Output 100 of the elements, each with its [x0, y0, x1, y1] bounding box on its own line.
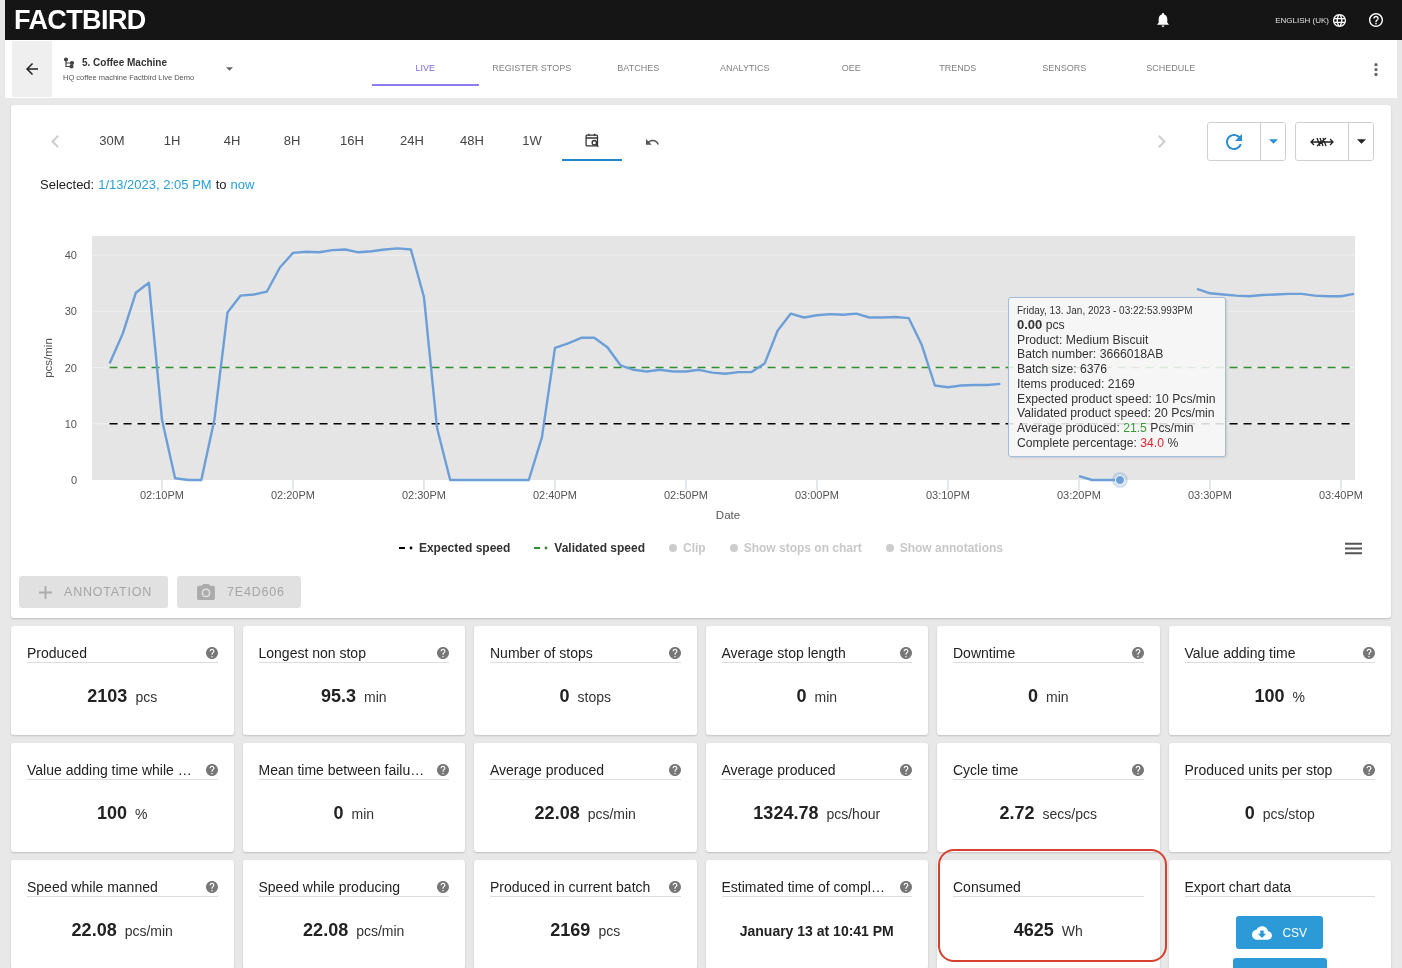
csv-export-button[interactable]: CSV	[1236, 916, 1324, 949]
card-title: Consumed	[953, 878, 1022, 895]
nav-tab[interactable]: TRENDS	[904, 52, 1011, 86]
card-title: Average produced	[490, 761, 606, 778]
globe-icon	[1333, 13, 1346, 27]
range-tab[interactable]: 1W	[502, 122, 562, 161]
language-button[interactable]: ENGLISH (UK)	[1275, 13, 1346, 27]
double-arrow-icon	[1310, 135, 1334, 148]
axis-tick-label: 10	[64, 417, 77, 430]
card-title: Number of stops	[490, 644, 594, 661]
legend-item[interactable]: Expected speed	[398, 541, 511, 555]
legend-line-icon	[398, 546, 413, 550]
axis-tick-label: 03:00PM	[794, 489, 839, 501]
machine-name[interactable]: 5. Coffee Machine	[82, 57, 168, 68]
back-button[interactable]	[12, 41, 52, 97]
axis-tick-label: 20	[64, 361, 77, 374]
help-icon[interactable]	[1369, 13, 1383, 27]
selection-label: Selected:	[40, 177, 95, 193]
plus-icon	[39, 585, 52, 599]
nav-tab[interactable]: REGISTER STOPS	[478, 52, 585, 86]
range-tab[interactable]: 1H	[142, 122, 202, 161]
metric-unit: Wh	[1061, 923, 1083, 939]
legend-dot-icon	[885, 544, 894, 552]
nav-tab[interactable]: ANALYTICS	[691, 52, 798, 86]
back-arrow-icon	[26, 63, 38, 75]
metric-value: 95.3	[320, 686, 356, 707]
metric-value: 2103	[87, 686, 128, 707]
nav-tab[interactable]: LIVE	[372, 52, 479, 86]
metric-unit: pcs/min	[124, 923, 173, 939]
range-tab[interactable]: 8H	[262, 122, 322, 161]
legend-dot-icon	[669, 544, 677, 552]
axis-tick-label: 02:30PM	[401, 489, 446, 501]
card-title: Export chart data	[1184, 878, 1293, 895]
caret-icon	[1268, 139, 1278, 144]
metric-value: 4625	[1013, 920, 1054, 941]
bell-icon[interactable]	[1157, 13, 1170, 27]
calendar-search-icon	[584, 133, 600, 148]
metric-value: 0	[1244, 803, 1255, 824]
axis-tick-label: 40	[64, 249, 77, 262]
more-icon[interactable]	[1374, 62, 1378, 76]
menu-icon[interactable]	[1345, 541, 1362, 555]
card-title: Value adding time	[1184, 644, 1297, 661]
tooltip-line: Validated product speed: 20 Pcs/min	[1017, 406, 1216, 421]
axis-tick-label: 02:10PM	[139, 489, 184, 501]
metric-unit: %	[135, 806, 148, 822]
tooltip-value: 34.0	[1140, 435, 1165, 450]
metric-unit: pcs	[135, 689, 158, 705]
tooltip-unit: Pcs/min	[1150, 420, 1194, 435]
metric-value: January 13 at 10:41 PM	[739, 923, 894, 939]
metric-value: 0	[796, 686, 807, 707]
metric-unit: %	[1292, 689, 1305, 705]
axis-tick-label: 02:50PM	[663, 489, 708, 501]
metric-value: 0	[559, 686, 570, 707]
zoom-mode-button[interactable]	[1296, 123, 1349, 160]
selection-joiner: to	[215, 177, 227, 193]
card-title: Produced	[27, 644, 88, 661]
axis-tick-label: 30	[64, 305, 77, 318]
axis-tick-label: 02:20PM	[270, 489, 315, 501]
metric-value: 22.08	[534, 803, 580, 824]
axis-tick-label: 02:40PM	[532, 489, 577, 501]
tooltip-value: 21.5	[1123, 420, 1147, 435]
logo[interactable]: FACTBIRD	[14, 4, 146, 36]
tooltip-line: Expected product speed: 10 Pcs/min	[1017, 391, 1216, 407]
refresh-button[interactable]	[1208, 123, 1261, 160]
card-title: Cycle time	[953, 761, 1020, 778]
range-tab[interactable]: 48H	[442, 122, 502, 161]
hover-marker-icon	[1112, 472, 1128, 488]
caret-icon[interactable]	[226, 67, 233, 71]
card-title: Longest non stop	[258, 644, 367, 661]
nav-tab[interactable]: SCHEDULE	[1117, 52, 1224, 86]
legend-item[interactable]: Validated speed	[534, 541, 645, 555]
node-tree-icon	[63, 56, 75, 69]
metric-unit: pcs/hour	[826, 806, 881, 822]
range-tab[interactable]: 30M	[82, 122, 142, 161]
nav-tab[interactable]: BATCHES	[585, 52, 692, 86]
tooltip-line: Batch number: 3666018AB	[1017, 347, 1165, 363]
refresh-icon	[1226, 133, 1242, 150]
axis-title: pcs/min	[42, 338, 54, 378]
nav-tab[interactable]: OEE	[798, 52, 905, 86]
chevron-left-icon	[51, 135, 59, 148]
card-title: Produced units per stop	[1184, 761, 1334, 778]
metric-unit: secs/pcs	[1042, 806, 1097, 822]
range-tab[interactable]: 24H	[382, 122, 442, 161]
card-title: Speed while producing	[258, 878, 402, 895]
axis-title: Date	[715, 509, 741, 521]
metric-unit: pcs/stop	[1262, 806, 1315, 822]
legend-dot-icon	[729, 544, 738, 552]
nav-tab[interactable]: SENSORS	[1011, 52, 1118, 86]
axis-tick-label: 03:40PM	[1318, 489, 1363, 501]
range-tab[interactable]: 16H	[322, 122, 382, 161]
metric-unit: pcs	[598, 923, 621, 939]
card-title: Speed while manned	[27, 878, 159, 895]
range-tab[interactable]: 4H	[202, 122, 262, 161]
date-link[interactable]: 1/13/2023, 2:05 PM	[98, 177, 212, 193]
axis-tick-label: 03:20PM	[1056, 489, 1101, 501]
date-link[interactable]: now	[230, 177, 255, 193]
metric-value: 1324.78	[753, 803, 819, 824]
chevron-right-icon	[1158, 135, 1166, 148]
tooltip-line: Items produced: 2169	[1017, 376, 1136, 392]
legend-line-icon	[534, 546, 549, 550]
